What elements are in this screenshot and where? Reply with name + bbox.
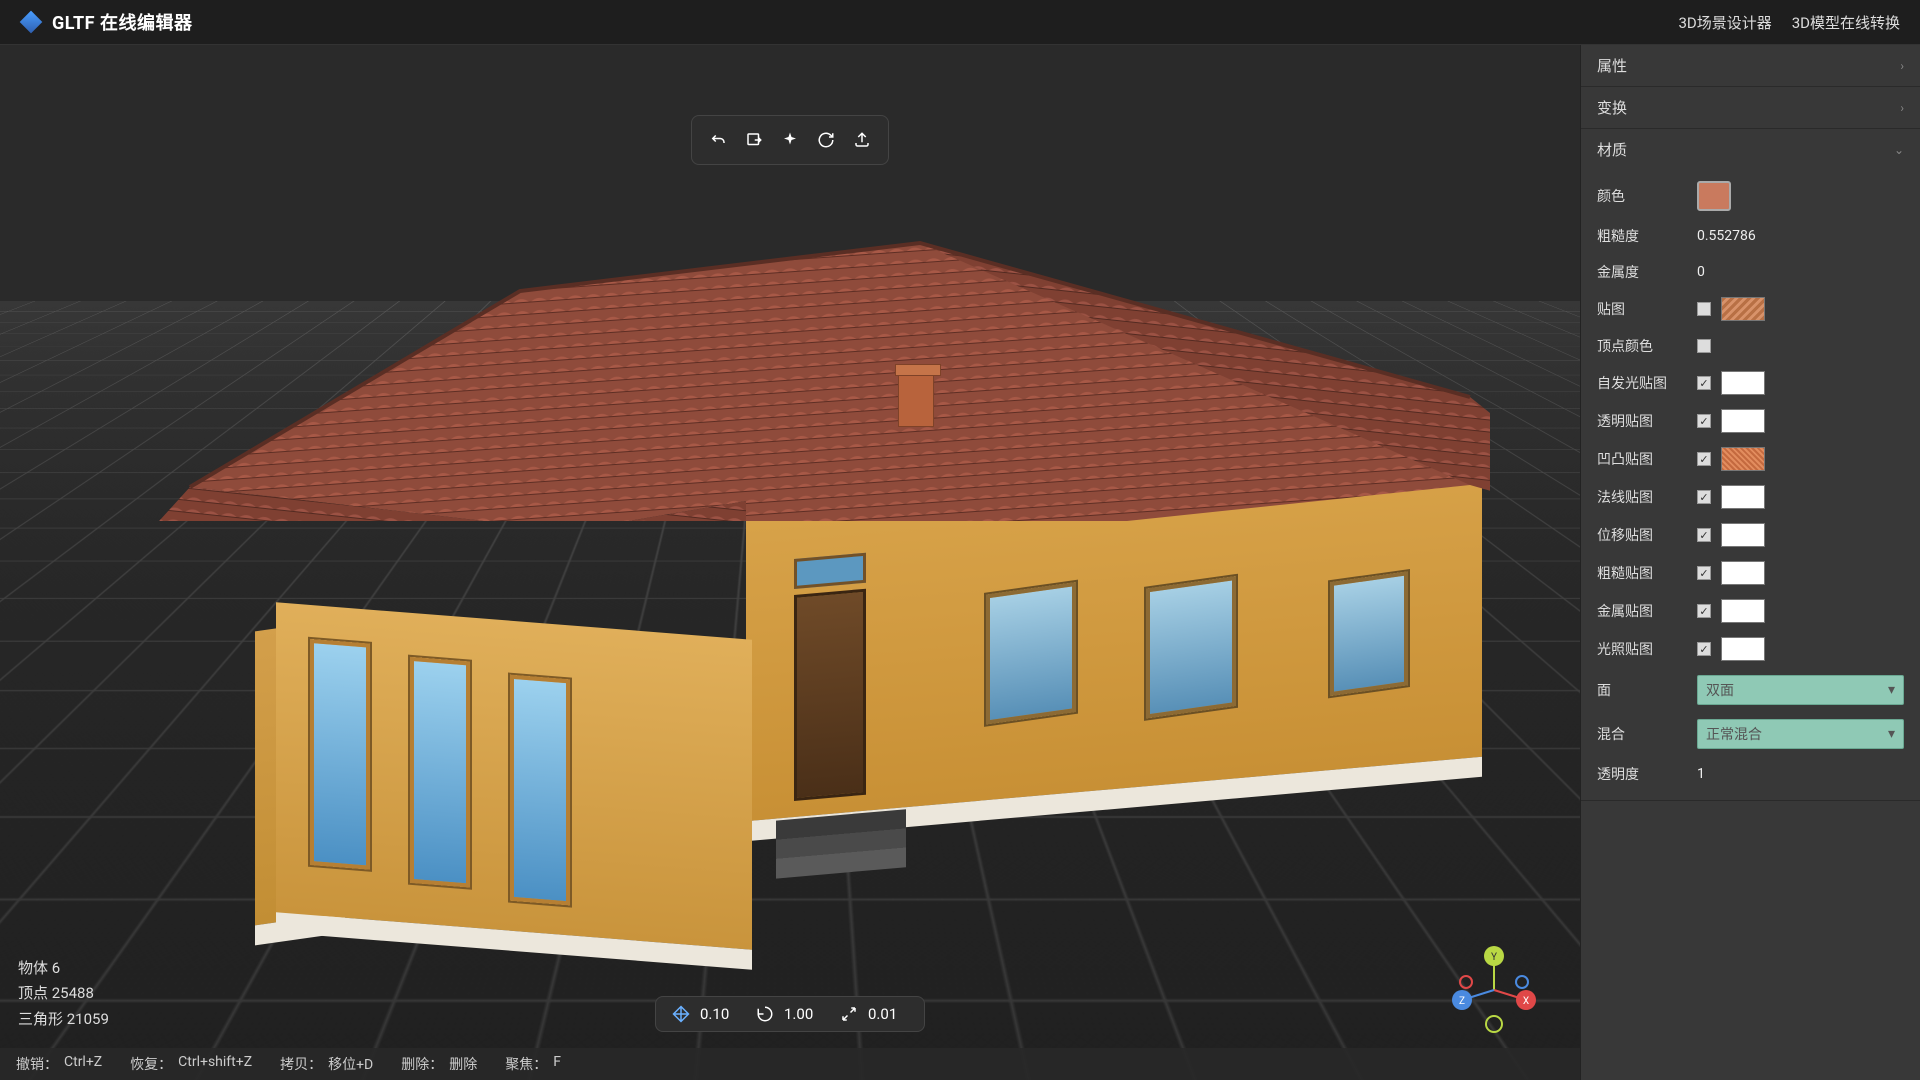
move-snap[interactable]: 0.10 <box>672 1005 740 1023</box>
checkbox-map[interactable] <box>1697 302 1711 316</box>
svg-text:X: X <box>1523 996 1529 1007</box>
checkbox-metalness-map[interactable]: ✓ <box>1697 604 1711 618</box>
chevron-down-icon: ▾ <box>1888 682 1895 698</box>
texture-metalness[interactable] <box>1721 599 1765 623</box>
import-button[interactable] <box>738 124 770 156</box>
texture-normal[interactable] <box>1721 485 1765 509</box>
select-side[interactable]: 双面 ▾ <box>1697 675 1904 705</box>
undo-button[interactable] <box>702 124 734 156</box>
transform-bar: 0.10 1.00 0.01 <box>655 996 925 1032</box>
label-metalness-map: 金属贴图 <box>1597 601 1697 621</box>
viewport-toolbar <box>691 115 889 165</box>
chevron-down-icon: ▾ <box>1888 726 1895 742</box>
label-displacement-map: 位移贴图 <box>1597 525 1697 545</box>
checkbox-light-map[interactable]: ✓ <box>1697 642 1711 656</box>
label-light-map: 光照贴图 <box>1597 639 1697 659</box>
app-header: GLTF 在线编辑器 3D场景设计器 3D模型在线转换 <box>0 0 1920 45</box>
label-bump-map: 凹凸贴图 <box>1597 449 1697 469</box>
label-metalness: 金属度 <box>1597 262 1697 282</box>
chevron-down-icon: ⌄ <box>1894 143 1904 157</box>
chevron-right-icon: › <box>1900 101 1904 115</box>
texture-light[interactable] <box>1721 637 1765 661</box>
texture-map[interactable] <box>1721 297 1765 321</box>
label-side: 面 <box>1597 680 1697 700</box>
svg-text:Z: Z <box>1459 996 1465 1007</box>
checkbox-bump[interactable]: ✓ <box>1697 452 1711 466</box>
main-container: 物体 6 顶点 25488 三角形 21059 0.10 1.00 0.01 <box>0 45 1920 1080</box>
value-roughness[interactable]: 0.552786 <box>1697 228 1756 244</box>
label-vertex-color: 顶点颜色 <box>1597 336 1697 356</box>
checkbox-emissive[interactable]: ✓ <box>1697 376 1711 390</box>
value-opacity[interactable]: 1 <box>1697 766 1705 782</box>
label-map: 贴图 <box>1597 299 1697 319</box>
header-left: GLTF 在线编辑器 <box>20 9 193 35</box>
label-opacity: 透明度 <box>1597 764 1697 784</box>
label-color: 颜色 <box>1597 186 1697 206</box>
axis-gizmo[interactable]: Y X Z <box>1446 942 1542 1038</box>
value-metalness[interactable]: 0 <box>1697 264 1705 280</box>
shortcuts-bar: 撤销：Ctrl+Z 恢复：Ctrl+shift+Z 拷贝：移位+D 删除：删除 … <box>0 1048 1580 1080</box>
export-button[interactable] <box>846 124 878 156</box>
label-emissive-map: 自发光贴图 <box>1597 373 1697 393</box>
nav-scene-designer[interactable]: 3D场景设计器 <box>1678 12 1771 33</box>
section-header-properties[interactable]: 属性 › <box>1581 45 1920 86</box>
texture-bump[interactable] <box>1721 447 1765 471</box>
texture-emissive[interactable] <box>1721 371 1765 395</box>
label-normal-map: 法线贴图 <box>1597 487 1697 507</box>
label-alpha-map: 透明贴图 <box>1597 411 1697 431</box>
section-material: 材质 ⌄ 颜色 粗糙度 0.552786 金属度 0 贴图 <box>1581 129 1920 801</box>
color-swatch[interactable] <box>1697 181 1731 211</box>
label-roughness: 粗糙度 <box>1597 226 1697 246</box>
chevron-right-icon: › <box>1900 59 1904 73</box>
checkbox-displacement[interactable]: ✓ <box>1697 528 1711 542</box>
select-blend[interactable]: 正常混合 ▾ <box>1697 719 1904 749</box>
checkbox-normal[interactable]: ✓ <box>1697 490 1711 504</box>
section-properties: 属性 › <box>1581 45 1920 87</box>
texture-roughness[interactable] <box>1721 561 1765 585</box>
viewport-stats: 物体 6 顶点 25488 三角形 21059 <box>18 956 109 1033</box>
app-title: GLTF 在线编辑器 <box>52 9 193 35</box>
label-blend: 混合 <box>1597 724 1697 744</box>
texture-alpha[interactable] <box>1721 409 1765 433</box>
checkbox-alpha[interactable]: ✓ <box>1697 414 1711 428</box>
section-header-material[interactable]: 材质 ⌄ <box>1581 129 1920 170</box>
label-roughness-map: 粗糙贴图 <box>1597 563 1697 583</box>
section-header-transform[interactable]: 变换 › <box>1581 87 1920 128</box>
svg-text:Y: Y <box>1491 952 1497 963</box>
section-transform: 变换 › <box>1581 87 1920 129</box>
checkbox-roughness-map[interactable]: ✓ <box>1697 566 1711 580</box>
header-right: 3D场景设计器 3D模型在线转换 <box>1678 12 1900 33</box>
nav-model-converter[interactable]: 3D模型在线转换 <box>1792 12 1900 33</box>
viewport-3d[interactable]: 物体 6 顶点 25488 三角形 21059 0.10 1.00 0.01 <box>0 45 1580 1080</box>
model-house <box>90 211 1490 851</box>
scale-snap[interactable]: 0.01 <box>840 1005 908 1023</box>
inspector-panel: 属性 › 变换 › 材质 ⌄ 颜色 粗糙度 0.552786 <box>1580 45 1920 1080</box>
checkbox-vertex-color[interactable] <box>1697 339 1711 353</box>
refresh-button[interactable] <box>810 124 842 156</box>
rotate-snap[interactable]: 1.00 <box>756 1005 824 1023</box>
logo-icon <box>20 11 42 33</box>
sparkle-button[interactable] <box>774 124 806 156</box>
texture-displacement[interactable] <box>1721 523 1765 547</box>
